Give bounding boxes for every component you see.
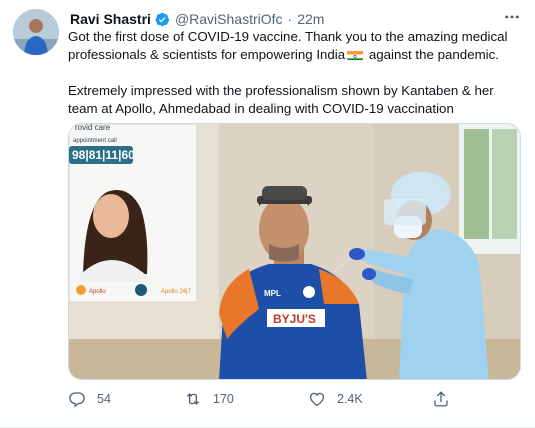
retweet-button[interactable]: 170 [184,387,234,411]
tweet-paragraph-2: Extremely impressed with the professiona… [68,83,494,116]
india-flag-icon [347,49,364,60]
share-icon [434,391,448,407]
jersey-logo: BYJU'S [273,312,316,326]
heart-icon [309,392,325,407]
poster-logo-2: Apollo 24|7 [161,289,192,295]
like-button[interactable]: 2.4K [308,387,363,411]
tweet-paragraph-1: Got the first dose of COVID-19 vaccine. … [68,29,508,62]
like-count: 2.4K [337,392,363,406]
retweet-count: 170 [213,392,234,406]
more-options-icon[interactable] [501,8,523,30]
vaccination-photo: rovid care appointment call 98|81|11|60 … [69,124,520,379]
reply-icon [69,392,85,408]
author-handle[interactable]: @RaviShastriOfc [175,11,283,27]
tweet[interactable]: Ravi Shastri @RaviShastriOfc · 22m Got t… [0,0,535,428]
jersey-brand: MPL [264,289,281,298]
verified-badge-icon [155,12,170,26]
poster-partial-text: rovid care [75,124,111,132]
tweet-header: Ravi Shastri @RaviShastriOfc · 22m [70,10,523,28]
tweet-time[interactable]: 22m [297,11,324,27]
avatar[interactable] [13,9,59,55]
poster-phone: 98|81|11|60 [72,148,135,162]
reply-count: 54 [97,392,111,406]
tweet-text: Got the first dose of COVID-19 vaccine. … [68,28,520,136]
author-name[interactable]: Ravi Shastri [70,11,151,27]
tweet-actions: 54 170 2.4K [68,387,508,411]
share-button[interactable] [432,387,461,411]
poster-subtext: appointment call [73,138,117,144]
reply-button[interactable]: 54 [68,387,111,411]
separator-dot: · [287,11,293,27]
poster-logo-1: Apollo [89,289,106,295]
retweet-icon [186,393,200,405]
tweet-photo[interactable]: rovid care appointment call 98|81|11|60 … [68,123,521,380]
